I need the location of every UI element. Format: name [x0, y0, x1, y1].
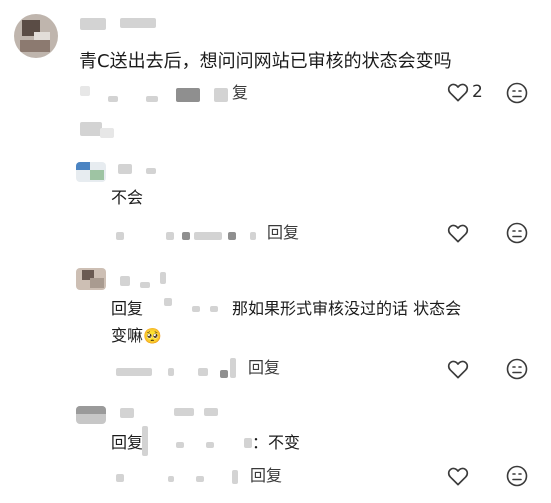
reply-prefix: 回复 — [111, 299, 144, 318]
avatar[interactable] — [76, 406, 106, 424]
heart-outline-icon[interactable] — [447, 82, 469, 102]
frown-face-icon[interactable] — [506, 465, 528, 487]
heart-outline-icon[interactable] — [447, 223, 469, 243]
avatar[interactable] — [76, 162, 106, 182]
avatar[interactable] — [14, 14, 58, 58]
reply-text: ：不变 — [252, 433, 301, 452]
reply-button[interactable]: 回复 — [267, 223, 299, 243]
reply-text-line2: 变嘛🥺 — [111, 326, 162, 345]
like-count: 2 — [472, 82, 483, 102]
reply-button[interactable]: 回复 — [250, 466, 282, 486]
frown-face-icon[interactable] — [506, 82, 528, 104]
pleading-face-emoji: 🥺 — [143, 327, 162, 345]
reply-text: 那如果形式审核没过的话 状态会 — [232, 299, 462, 318]
reply-text: 不会 — [111, 188, 144, 207]
avatar[interactable] — [76, 268, 106, 290]
reply-button[interactable]: 回复 — [248, 358, 280, 378]
reply-button[interactable]: 复 — [232, 83, 248, 103]
heart-outline-icon[interactable] — [447, 466, 469, 486]
frown-face-icon[interactable] — [506, 222, 528, 244]
heart-outline-icon[interactable] — [447, 359, 469, 379]
frown-face-icon[interactable] — [506, 358, 528, 380]
reply-prefix: 回复 — [111, 433, 144, 452]
comment-text: 青C送出去后，想问问网站已审核的状态会变吗 — [79, 51, 452, 72]
